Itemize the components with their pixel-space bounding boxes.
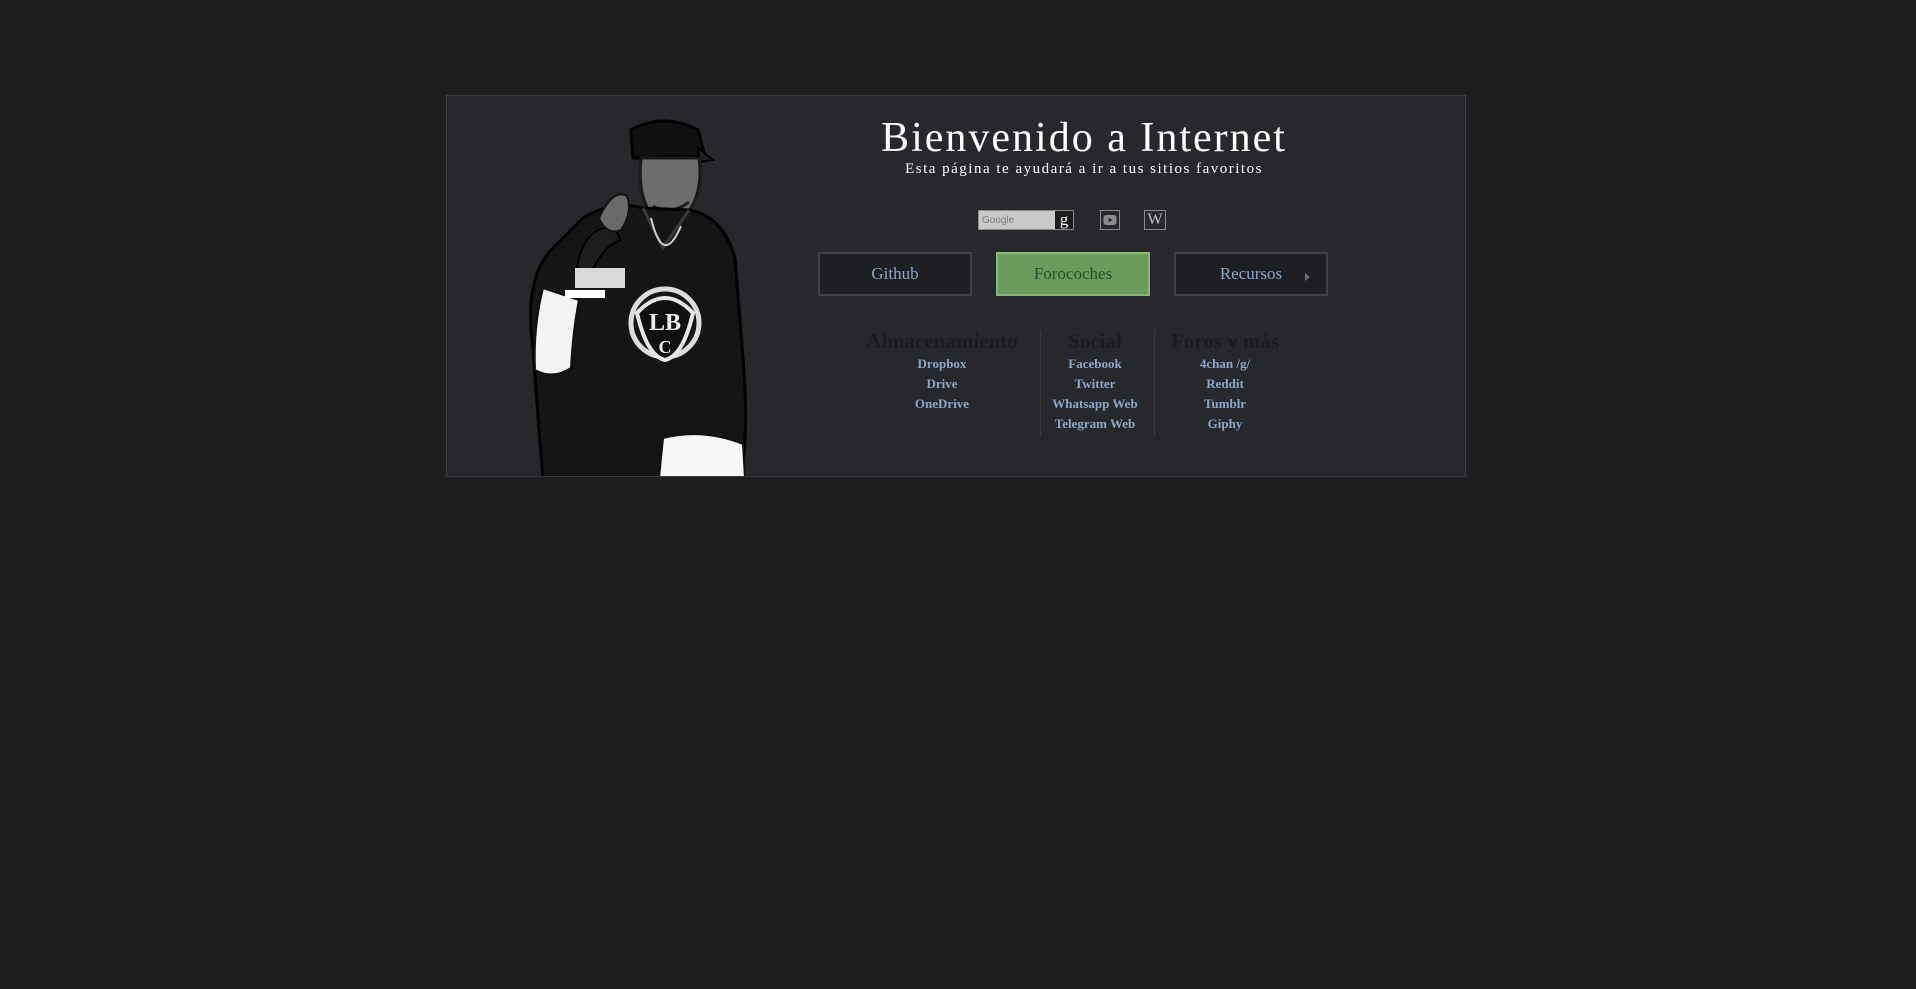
wikipedia-button[interactable]: W <box>1144 210 1166 230</box>
social-heading: Social <box>1068 329 1122 353</box>
social-column: Social Facebook Twitter Whatsapp Web Tel… <box>1040 328 1150 434</box>
whatsapp-web-link[interactable]: Whatsapp Web <box>1040 394 1150 414</box>
twitter-link[interactable]: Twitter <box>1040 374 1150 394</box>
dropbox-link[interactable]: Dropbox <box>852 354 1032 374</box>
forums-heading: Foros y más <box>1170 329 1280 353</box>
storage-heading: Almacenamiento <box>866 329 1018 353</box>
google-search-button[interactable]: g <box>1055 211 1073 229</box>
giphy-link[interactable]: Giphy <box>1155 414 1295 434</box>
recursos-button[interactable]: Recursos <box>1174 252 1328 296</box>
reddit-link[interactable]: Reddit <box>1155 374 1295 394</box>
page-title: Bienvenido a Internet <box>881 115 1287 161</box>
youtube-button[interactable] <box>1100 210 1120 230</box>
main-card: LB C Bienvenido a Internet Esta página t… <box>446 95 1466 477</box>
youtube-icon <box>1103 215 1117 225</box>
drive-link[interactable]: Drive <box>852 374 1032 394</box>
page-subtitle: Esta página te ayudará a ir a tus sitios… <box>905 161 1263 177</box>
forocoches-button[interactable]: Forocoches <box>996 252 1150 296</box>
chevron-right-icon <box>1305 273 1310 281</box>
svg-text:LB: LB <box>649 310 681 336</box>
wikipedia-icon: W <box>1147 211 1163 228</box>
recursos-label: Recursos <box>1219 264 1283 283</box>
github-button[interactable]: Github <box>818 252 972 296</box>
google-search-box: g <box>978 210 1074 230</box>
storage-column: Almacenamiento Dropbox Drive OneDrive <box>852 328 1032 414</box>
tumblr-link[interactable]: Tumblr <box>1155 394 1295 414</box>
onedrive-link[interactable]: OneDrive <box>852 394 1032 414</box>
google-search-input[interactable] <box>979 211 1055 229</box>
forums-column: Foros y más 4chan /g/ Reddit Tumblr Giph… <box>1155 328 1295 434</box>
svg-text:C: C <box>659 337 672 357</box>
telegram-web-link[interactable]: Telegram Web <box>1040 414 1150 434</box>
dancing-man-image: LB C <box>529 119 748 476</box>
4chan-g-link[interactable]: 4chan /g/ <box>1155 354 1295 374</box>
facebook-link[interactable]: Facebook <box>1040 354 1150 374</box>
